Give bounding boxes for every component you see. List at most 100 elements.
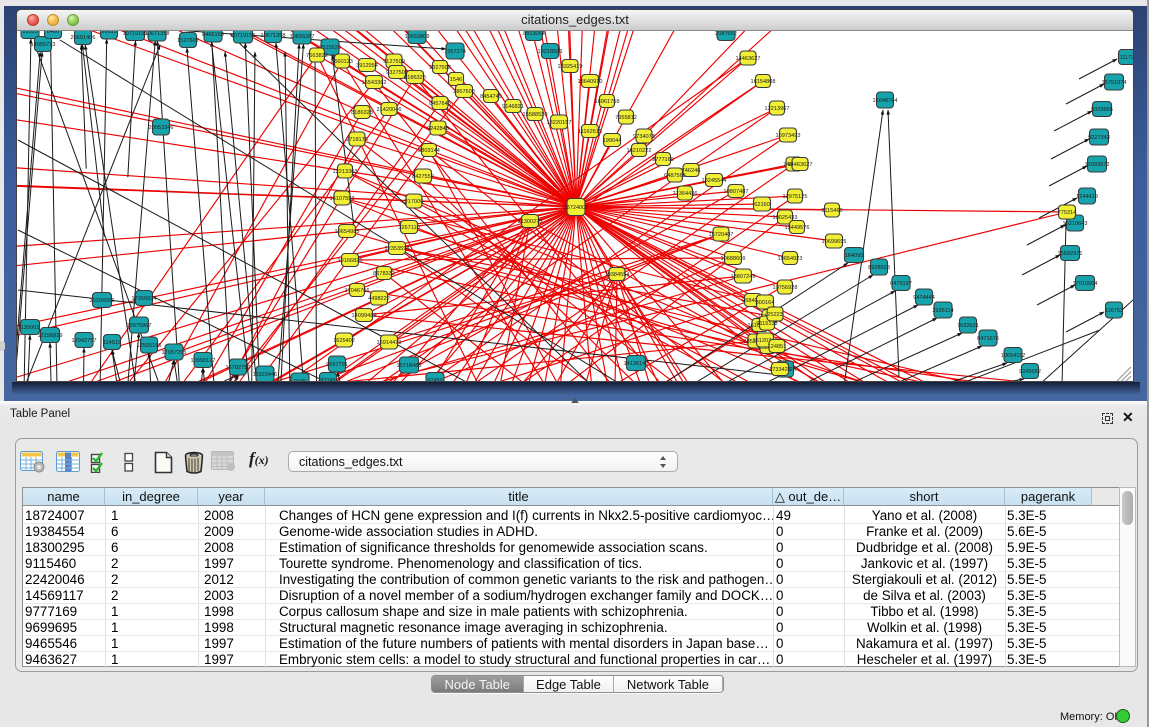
svg-text:8466160: 8466160 — [202, 32, 224, 38]
svg-text:9115460: 9115460 — [821, 208, 842, 214]
svg-text:8427552: 8427552 — [412, 174, 434, 180]
svg-text:15692971: 15692971 — [1058, 251, 1083, 257]
svg-text:12213967: 12213967 — [765, 106, 790, 112]
svg-text:17016504: 17016504 — [1073, 281, 1098, 287]
svg-text:13449576: 13449576 — [785, 225, 810, 231]
svg-text:11162615: 11162615 — [578, 129, 602, 135]
svg-text:1546: 1546 — [450, 77, 462, 83]
svg-text:7663822: 7663822 — [306, 53, 328, 59]
svg-text:16210222: 16210222 — [627, 148, 652, 154]
svg-text:14136141: 14136141 — [624, 361, 649, 367]
svg-text:18640910: 18640910 — [578, 79, 603, 85]
svg-text:199044: 199044 — [603, 138, 622, 144]
svg-text:18807249: 18807249 — [731, 274, 756, 280]
svg-text:2087652: 2087652 — [715, 31, 737, 37]
svg-text:16154808: 16154808 — [751, 79, 776, 85]
svg-text:19654985: 19654985 — [335, 229, 360, 235]
svg-text:164095: 164095 — [845, 253, 864, 259]
svg-text:12942757: 12942757 — [72, 338, 97, 344]
svg-text:9657791: 9657791 — [326, 362, 348, 368]
svg-text:8938923: 8938923 — [868, 265, 890, 271]
svg-text:10807487: 10807487 — [724, 189, 749, 195]
svg-text:9474444: 9474444 — [913, 295, 935, 301]
svg-text:9146821: 9146821 — [502, 104, 524, 110]
svg-text:13325419: 13325419 — [558, 64, 583, 70]
svg-text:217006: 217006 — [405, 199, 424, 205]
svg-text:10975867: 10975867 — [127, 323, 152, 329]
svg-text:96610: 96610 — [101, 31, 117, 35]
svg-text:62160: 62160 — [754, 202, 770, 208]
svg-text:19218506: 19218506 — [538, 49, 563, 55]
svg-text:3912954: 3912954 — [356, 63, 378, 69]
svg-text:7357274: 7357274 — [444, 49, 466, 55]
svg-text:2718176: 2718176 — [346, 137, 368, 143]
svg-text:15720407: 15720407 — [709, 232, 734, 238]
svg-text:11172: 11172 — [1120, 55, 1133, 61]
svg-text:16961758: 16961758 — [595, 99, 620, 105]
svg-text:10653809: 10653809 — [405, 34, 430, 40]
svg-text:13220157: 13220157 — [547, 120, 572, 126]
svg-text:6479197: 6479197 — [890, 281, 912, 287]
svg-text:19384554: 19384554 — [605, 272, 630, 278]
svg-text:10688609: 10688609 — [721, 256, 746, 262]
svg-text:7955812: 7955812 — [615, 115, 637, 121]
svg-text:1527602: 1527602 — [177, 38, 199, 44]
svg-text:9734073: 9734073 — [633, 134, 655, 140]
svg-text:10654112: 10654112 — [1001, 353, 1025, 359]
svg-text:8186328: 8186328 — [351, 110, 373, 116]
svg-text:10655287: 10655287 — [290, 34, 315, 40]
svg-text:14463627: 14463627 — [788, 162, 813, 168]
svg-text:9115132: 9115132 — [756, 321, 777, 327]
svg-text:9777169: 9777169 — [652, 157, 674, 163]
svg-text:12975125: 12975125 — [783, 194, 808, 200]
svg-text:8457645: 8457645 — [429, 101, 451, 107]
svg-text:16543362: 16543362 — [362, 80, 387, 86]
svg-text:10671358: 10671358 — [145, 31, 170, 37]
svg-text:9127509: 9127509 — [383, 59, 405, 65]
svg-text:16782759: 16782759 — [226, 365, 251, 371]
svg-text:14463627: 14463627 — [736, 56, 761, 62]
svg-text:15751074: 15751074 — [1102, 80, 1127, 86]
svg-text:20206556: 20206556 — [90, 298, 115, 304]
svg-text:12505185: 12505185 — [137, 343, 162, 349]
svg-text:16648764: 16648764 — [873, 98, 898, 104]
svg-text:114519: 114519 — [103, 340, 121, 346]
svg-text:25223: 25223 — [767, 312, 783, 318]
svg-text:8660123: 8660123 — [331, 59, 353, 65]
svg-text:10973493: 10973493 — [776, 133, 801, 139]
svg-text:8678332: 8678332 — [373, 271, 395, 277]
svg-text:17046766: 17046766 — [345, 288, 370, 294]
svg-text:16210643: 16210643 — [1063, 221, 1088, 227]
svg-text:17359934: 17359934 — [132, 296, 157, 302]
svg-text:21300273: 21300273 — [518, 219, 543, 225]
svg-text:6487565: 6487565 — [664, 173, 686, 179]
svg-text:2867608: 2867608 — [453, 89, 475, 95]
svg-text:16107553: 16107553 — [330, 196, 355, 202]
svg-text:8454749: 8454749 — [480, 94, 502, 100]
svg-text:12156829: 12156829 — [38, 333, 63, 339]
svg-text:7625402: 7625402 — [333, 338, 355, 344]
svg-text:10958127: 10958127 — [191, 358, 216, 364]
svg-text:20691406: 20691406 — [71, 35, 96, 41]
svg-text:19166825: 19166825 — [338, 258, 363, 264]
svg-text:20053346: 20053346 — [149, 125, 174, 131]
svg-text:18724007: 18724007 — [564, 205, 589, 211]
svg-text:19654923: 19654923 — [778, 256, 803, 262]
svg-text:135001: 135001 — [21, 325, 40, 331]
svg-text:124851: 124851 — [768, 344, 787, 350]
svg-text:2935114: 2935114 — [932, 308, 953, 314]
svg-text:8186328: 8186328 — [404, 75, 426, 81]
svg-text:9329966: 9329966 — [1091, 107, 1113, 113]
svg-text:800164: 800164 — [756, 300, 775, 306]
svg-text:15718485: 15718485 — [397, 363, 422, 369]
svg-text:12093872: 12093872 — [1085, 162, 1110, 168]
svg-text:10756928: 10756928 — [773, 285, 798, 291]
svg-text:21420046: 21420046 — [377, 107, 402, 113]
svg-text:11923446: 11923446 — [253, 372, 277, 378]
svg-text:12353594: 12353594 — [385, 246, 410, 252]
svg-text:2803144: 2803144 — [418, 148, 440, 154]
svg-text:17957255: 17957255 — [162, 350, 187, 356]
svg-text:8466: 8466 — [47, 31, 59, 35]
svg-text:16914479: 16914479 — [377, 340, 402, 346]
svg-text:10553: 10553 — [22, 31, 38, 35]
